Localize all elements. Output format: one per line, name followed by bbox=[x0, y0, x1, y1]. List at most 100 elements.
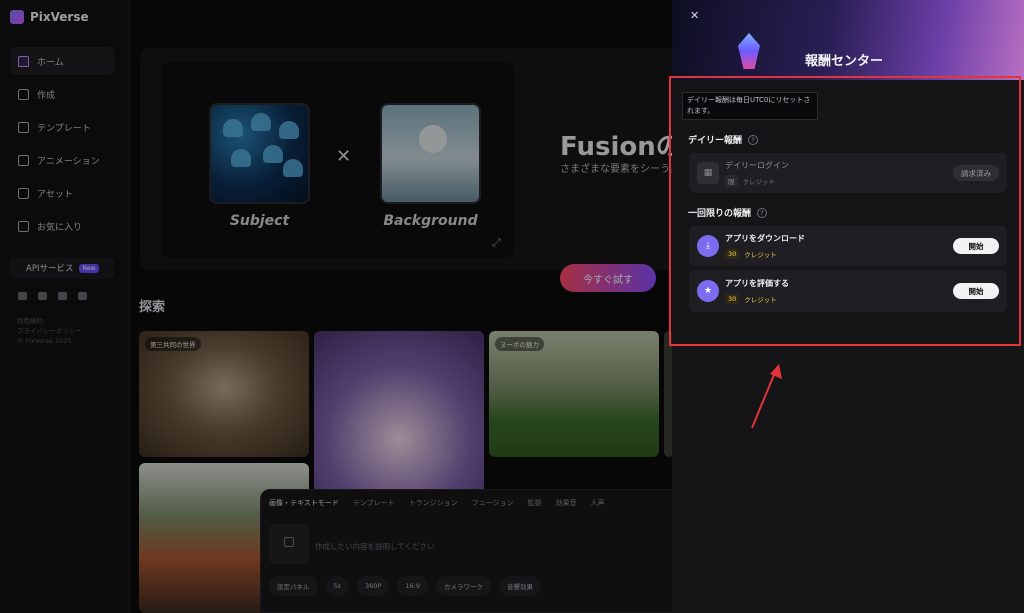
times-icon: ✕ bbox=[336, 146, 352, 167]
reward-credit: 限 クレジット bbox=[725, 175, 775, 187]
try-now-button[interactable]: 今すぐ試す bbox=[560, 264, 656, 292]
section-label: デイリー報酬 bbox=[688, 136, 743, 146]
sidebar-item-home[interactable]: ホーム bbox=[10, 47, 114, 75]
reward-card-download-app: ⤓ アプリをダウンロード 30 クレジット 開始 bbox=[689, 226, 1007, 266]
x-icon[interactable] bbox=[38, 292, 47, 300]
sidebar-item-label: アニメーション bbox=[37, 156, 100, 167]
reward-credit: 30 クレジット bbox=[725, 249, 777, 259]
camera-work-button[interactable]: カメラワーク bbox=[435, 576, 491, 596]
start-button[interactable]: 開始 bbox=[953, 238, 999, 254]
copyright: © PixVerse 2025 bbox=[17, 337, 72, 345]
sidebar-item-label: お気に入り bbox=[37, 222, 83, 233]
background-image bbox=[380, 103, 481, 204]
tab-voice[interactable]: 人声 bbox=[590, 498, 604, 508]
subject-label: Subject bbox=[229, 213, 290, 229]
reward-center-panel: ✕ 報酬センター デイリー報酬は毎日UTC0にリセットされます。 デイリー報酬 … bbox=[672, 0, 1024, 613]
new-badge: New bbox=[79, 263, 99, 273]
start-button[interactable]: 開始 bbox=[953, 283, 999, 299]
gallery-item-dog[interactable]: ヌーボの魅力 bbox=[489, 331, 659, 457]
section-label: 一回限りの報酬 bbox=[688, 209, 752, 219]
expand-icon[interactable]: ⤢ bbox=[492, 236, 501, 250]
jellyfish-shape bbox=[279, 121, 299, 139]
subject-image bbox=[209, 103, 310, 204]
gallery-item-hamster[interactable]: 第三共同の世界 bbox=[139, 331, 309, 457]
question-icon[interactable]: ? bbox=[757, 207, 768, 218]
sidebar-item-favorites[interactable]: お気に入り bbox=[10, 212, 114, 240]
calendar-icon: ▦ bbox=[697, 162, 719, 184]
animation-icon bbox=[18, 154, 29, 166]
sound-effect-button[interactable]: 音響効果 bbox=[498, 576, 541, 596]
pixverse-logo-icon bbox=[10, 10, 24, 24]
api-service-button[interactable]: APIサービス New bbox=[10, 257, 114, 279]
reward-title: アプリを評価する bbox=[725, 279, 789, 288]
credit-amount: 30 bbox=[725, 249, 740, 259]
panel-title: 報酬センター bbox=[805, 54, 884, 69]
mode-tabs: 画像・テキストモード テンプレート トランジション フュージョン 拡張 効果音 … bbox=[269, 498, 604, 508]
sidebar-item-templates[interactable]: テンプレート bbox=[10, 113, 114, 141]
sidebar-item-assets[interactable]: アセット bbox=[10, 179, 114, 207]
explore-heading: 探索 bbox=[139, 300, 166, 315]
crystal-icon bbox=[738, 33, 760, 69]
tab-image-text[interactable]: 画像・テキストモード bbox=[269, 498, 339, 508]
fusion-preview: ✕ Subject Background ⤢ bbox=[162, 62, 514, 258]
image-upload-icon bbox=[284, 537, 294, 547]
folder-icon bbox=[18, 187, 29, 199]
reset-tooltip: デイリー報酬は毎日UTC0にリセットされます。 bbox=[682, 92, 818, 120]
privacy-link[interactable]: プライバシーポリシー bbox=[17, 326, 82, 336]
app-name: PixVerse bbox=[30, 10, 89, 24]
sidebar-item-label: ホーム bbox=[37, 57, 64, 68]
sidebar-nav: ホーム 作成 テンプレート アニメーション アセット お気に入り bbox=[10, 47, 114, 245]
template-tag: 第三共同の世界 bbox=[145, 337, 201, 351]
claimed-button: 請求済み bbox=[953, 165, 999, 181]
question-icon[interactable]: ? bbox=[748, 134, 759, 145]
arrow-shaft bbox=[751, 369, 777, 429]
aspect-ratio-button[interactable]: 16:9 bbox=[397, 576, 428, 596]
sidebar-item-label: アセット bbox=[37, 189, 73, 200]
duration-button[interactable]: 5s bbox=[325, 576, 350, 596]
jellyfish-shape bbox=[283, 159, 303, 177]
upload-image-button[interactable] bbox=[269, 524, 309, 564]
credit-unit: クレジット bbox=[744, 251, 777, 259]
social-links bbox=[18, 292, 87, 300]
close-icon[interactable]: ✕ bbox=[690, 9, 699, 22]
heart-icon bbox=[18, 220, 29, 232]
tab-fusion[interactable]: フュージョン bbox=[472, 498, 514, 508]
jellyfish-shape bbox=[263, 145, 283, 163]
settings-panel-button[interactable]: 設定パネル bbox=[269, 576, 318, 596]
sidebar-item-label: 作成 bbox=[37, 90, 56, 101]
api-label: APIサービス bbox=[26, 264, 74, 274]
tiktok-icon[interactable] bbox=[18, 292, 27, 300]
jellyfish-shape bbox=[251, 113, 271, 131]
tab-extend[interactable]: 拡張 bbox=[527, 498, 541, 508]
tab-template[interactable]: テンプレート bbox=[353, 498, 395, 508]
sidebar-item-label: テンプレート bbox=[37, 123, 91, 134]
credit-unit: クレジット bbox=[742, 178, 776, 186]
download-icon: ⤓ bbox=[697, 235, 719, 257]
prompt-input[interactable]: 作成したい内容を説明してください bbox=[315, 541, 435, 552]
terms-link[interactable]: 利用規約 bbox=[17, 316, 82, 326]
reward-title: アプリをダウンロード bbox=[725, 234, 805, 243]
panel-header: ✕ 報酬センター bbox=[672, 0, 1024, 80]
credit-amount: 限 bbox=[725, 175, 738, 187]
sidebar-item-create[interactable]: 作成 bbox=[10, 80, 114, 108]
video-icon bbox=[18, 88, 29, 100]
hero-subtitle: さまざまな要素をシーう。 bbox=[560, 164, 680, 175]
reward-card-rate-app: ★ アプリを評価する 30 クレジット 開始 bbox=[689, 270, 1007, 312]
sparkle-icon bbox=[18, 121, 29, 133]
arrow-head bbox=[770, 364, 782, 379]
credit-unit: クレジット bbox=[744, 296, 777, 304]
star-icon: ★ bbox=[697, 280, 719, 302]
app-logo[interactable]: PixVerse bbox=[10, 10, 89, 24]
legal-links: 利用規約 プライバシーポリシー © PixVerse 2025 bbox=[17, 316, 82, 346]
home-icon bbox=[18, 55, 29, 67]
tab-transition[interactable]: トランジション bbox=[409, 498, 458, 508]
tab-sound-effects[interactable]: 効果音 bbox=[555, 498, 576, 508]
one-time-rewards-heading: 一回限りの報酬 ? bbox=[688, 206, 768, 219]
discord-icon[interactable] bbox=[78, 292, 87, 300]
sidebar-item-animation[interactable]: アニメーション bbox=[10, 146, 114, 174]
resolution-button[interactable]: 360P bbox=[357, 576, 390, 596]
jellyfish-shape bbox=[223, 119, 243, 137]
youtube-icon[interactable] bbox=[58, 292, 67, 300]
jellyfish-shape bbox=[231, 149, 251, 167]
sidebar: PixVerse ホーム 作成 テンプレート アニメーション アセット お気に入… bbox=[0, 0, 130, 613]
